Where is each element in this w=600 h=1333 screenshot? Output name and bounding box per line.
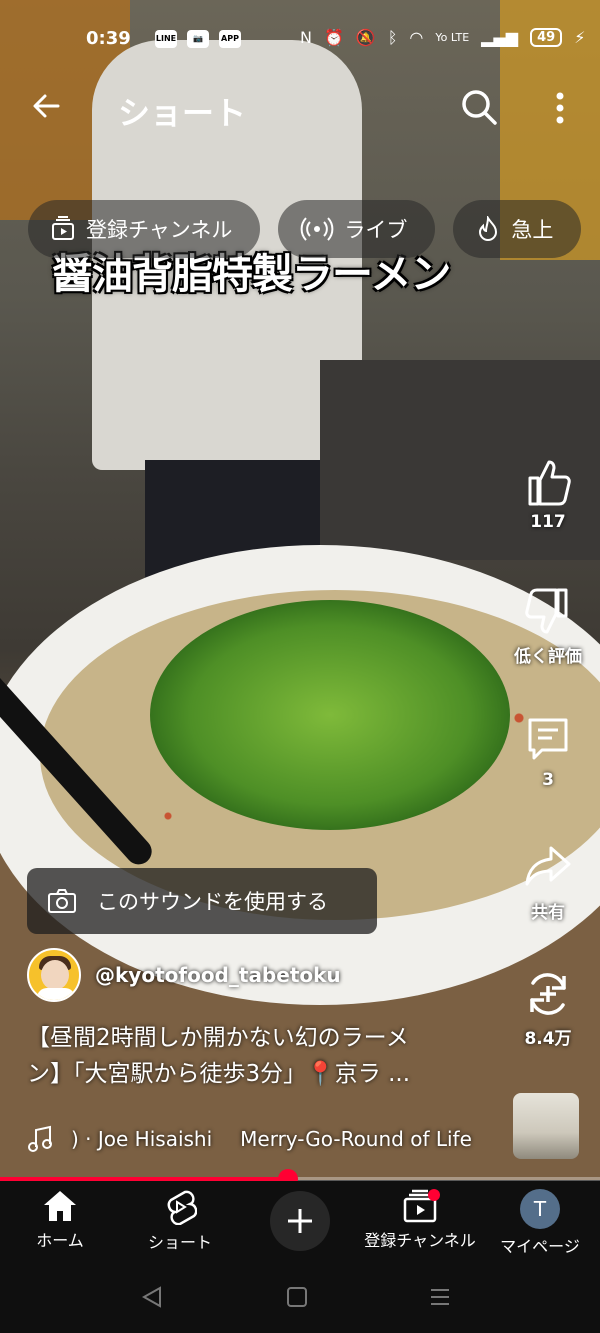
thumbs-up-icon <box>528 460 571 506</box>
network-label: Yo LTE <box>435 31 470 44</box>
signal-icon: ▂▄▆ <box>481 28 519 47</box>
avatar-body <box>37 988 75 1000</box>
nav-profile[interactable]: T マイページ <box>480 1189 600 1257</box>
top-bar: ショート <box>0 80 600 140</box>
system-icons: N ⏰ 🔕 ᛒ ◠ Yo LTE ▂▄▆ 49 ⚡ <box>300 28 585 47</box>
profile-avatar: T <box>520 1189 560 1229</box>
share-label: 共有 <box>531 903 565 923</box>
system-home-icon[interactable] <box>285 1285 309 1309</box>
dislike-button[interactable]: 低く評価 <box>498 586 598 667</box>
camera-icon <box>48 889 76 913</box>
chip-trending[interactable]: 急上 <box>453 200 582 258</box>
trending-icon <box>479 216 498 241</box>
camera-app-icon: 📷 <box>187 30 209 48</box>
back-arrow-icon[interactable] <box>28 88 68 128</box>
status-bar: 0:39 LINE 📷 APP N ⏰ 🔕 ᛒ ◠ Yo LTE ▂▄▆ 49 … <box>0 0 600 80</box>
search-icon[interactable] <box>460 88 500 128</box>
game-app-icon: APP <box>219 30 241 48</box>
plus-icon <box>288 1209 312 1233</box>
channel-row: @kyotofood_tabetoku <box>27 948 341 1002</box>
nav-home[interactable]: ホーム <box>0 1189 120 1251</box>
description-line: 【昼間2時間しか開かない幻のラーメ <box>27 1025 409 1051</box>
channel-avatar[interactable] <box>27 948 81 1002</box>
battery-icon: 49 <box>530 28 563 47</box>
nav-shorts-label: ショート <box>147 1233 212 1252</box>
share-icon <box>525 846 571 886</box>
home-icon <box>44 1191 76 1221</box>
system-recents-icon[interactable] <box>428 1285 452 1309</box>
system-back-icon[interactable] <box>140 1285 164 1309</box>
remix-button[interactable]: 8.4万 <box>498 968 598 1049</box>
chip-label: 急上 <box>511 218 554 242</box>
like-count: 117 <box>530 512 566 532</box>
charging-icon: ⚡ <box>574 28 586 47</box>
mute-icon: 🔕 <box>355 28 376 47</box>
nav-profile-label: マイページ <box>500 1237 580 1256</box>
nav-shorts[interactable]: ショート <box>120 1189 240 1253</box>
description-line: ン】「大宮駅から徒歩3分」📍京ラ ... <box>27 1061 411 1087</box>
comments-button[interactable]: 3 <box>498 714 598 790</box>
music-track: Merry-Go-Round of Life <box>240 1127 472 1151</box>
wifi-icon: ◠ <box>409 28 424 47</box>
remix-icon <box>530 973 566 1015</box>
chip-label: 登録チャンネル <box>86 218 233 242</box>
share-button[interactable]: 共有 <box>498 842 598 923</box>
nav-home-label: ホーム <box>36 1231 84 1250</box>
music-artist: ) · Joe Hisaishi <box>71 1127 213 1151</box>
remix-count: 8.4万 <box>524 1029 572 1049</box>
bluetooth-icon: ᛒ <box>387 28 398 47</box>
video-description[interactable]: 【昼間2時間しか開かない幻のラーメ ン】「大宮駅から徒歩3分」📍京ラ ... <box>27 1020 497 1092</box>
music-note-icon <box>28 1125 52 1152</box>
comment-icon <box>528 718 568 760</box>
music-info[interactable]: ) · Joe Hisaishi Merry-Go-Round of Life <box>27 1122 472 1156</box>
comments-count: 3 <box>542 770 554 790</box>
more-options-icon[interactable] <box>548 88 572 128</box>
live-icon <box>300 217 334 241</box>
subscriptions-icon <box>52 216 74 240</box>
feed-filter-chips: 登録チャンネル ライブ 急上 <box>28 200 582 258</box>
nav-subscriptions-label: 登録チャンネル <box>364 1231 476 1250</box>
nav-subscriptions[interactable]: 登録チャンネル <box>360 1189 480 1251</box>
like-button[interactable]: 117 <box>498 456 598 532</box>
bottom-nav: ホーム ショート 登録チャンネル T マイページ <box>0 1181 600 1261</box>
use-sound-label: このサウンドを使用する <box>97 890 328 914</box>
dislike-label: 低く評価 <box>514 647 582 667</box>
status-time: 0:39 <box>86 28 131 49</box>
chip-subscriptions[interactable]: 登録チャンネル <box>28 200 261 258</box>
system-navigation-bar <box>0 1261 600 1333</box>
chip-label: ライブ <box>344 218 408 242</box>
thumbs-down-icon <box>525 588 568 634</box>
use-sound-button[interactable]: このサウンドを使用する <box>27 868 377 934</box>
new-content-dot <box>428 1189 440 1201</box>
chip-live[interactable]: ライブ <box>278 200 436 258</box>
create-button[interactable] <box>270 1191 330 1251</box>
avatar-face <box>41 960 69 990</box>
notification-icons: LINE 📷 APP <box>155 30 241 48</box>
alarm-icon: ⏰ <box>323 28 344 47</box>
green-onion-topping <box>150 600 510 830</box>
nfc-icon: N <box>300 28 312 47</box>
music-thumbnail[interactable] <box>513 1093 579 1159</box>
page-title: ショート <box>118 94 247 132</box>
shorts-icon <box>167 1190 197 1225</box>
channel-handle[interactable]: @kyotofood_tabetoku <box>95 963 341 987</box>
line-app-icon: LINE <box>155 30 177 48</box>
